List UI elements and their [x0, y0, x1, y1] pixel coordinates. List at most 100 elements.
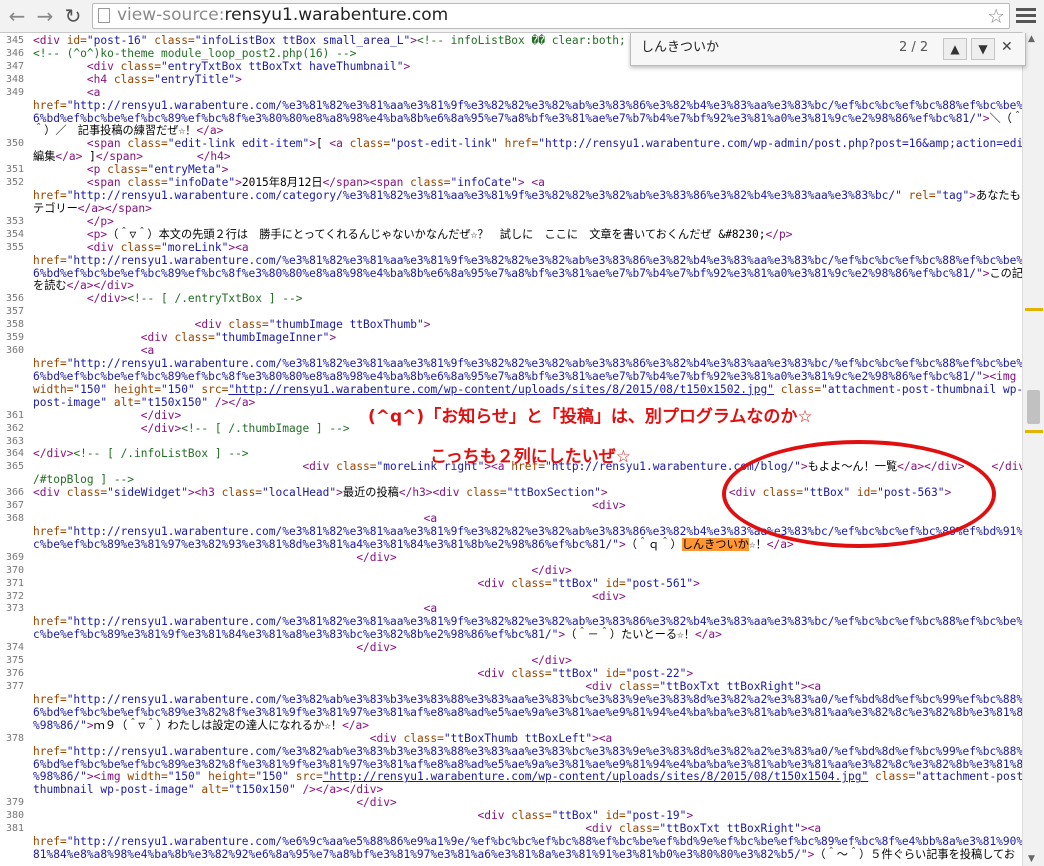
source-token: </div>	[33, 447, 74, 461]
browser-toolbar: ← → ↻ view-source:rensyu1.warabenture.co…	[0, 0, 1044, 33]
source-token	[143, 150, 197, 163]
url-text[interactable]: view-source:rensyu1.warabenture.com	[117, 5, 448, 25]
address-bar[interactable]: view-source:rensyu1.warabenture.com ☆	[92, 3, 1010, 29]
line-number: 376	[5, 668, 24, 680]
source-token: ><h3	[187, 486, 222, 500]
source-line: 375 </div>	[0, 654, 1022, 667]
source-line: href="http://rensyu1.warabenture.com/%e3…	[0, 254, 1022, 267]
find-next-button[interactable]: ▼	[971, 38, 995, 60]
source-token: "ttBoxTxt ttBoxRight"	[659, 680, 801, 693]
source-token: "sideWidget"	[107, 486, 188, 500]
source-line: 358 <div class="thumbImage ttBoxThumb">	[0, 318, 1022, 331]
find-previous-button[interactable]: ▲	[943, 38, 967, 60]
source-code: <div class="ttBox" id="post-561">	[33, 577, 700, 590]
scrollbar-thumb[interactable]	[1027, 390, 1040, 424]
browser-menu-button[interactable]	[1016, 6, 1036, 26]
source-token: </a></span>	[77, 201, 152, 215]
source-token: >	[86, 718, 94, 732]
source-token: href=	[33, 524, 67, 538]
source-code: </div>	[33, 551, 396, 564]
source-code: <span class="edit-link edit-item">[ <a c…	[33, 137, 1022, 150]
source-token: "infoCate"	[450, 176, 518, 190]
bookmark-star-button[interactable]: ☆	[987, 4, 1005, 28]
source-token: <div>	[592, 589, 626, 603]
source-token: >	[618, 537, 626, 551]
source-token: >	[423, 318, 431, 332]
source-token: <div	[33, 34, 67, 47]
line-number: 346	[5, 47, 24, 59]
source-token: "150"	[255, 770, 289, 784]
source-token: href=	[33, 744, 67, 758]
source-token: <div	[477, 809, 512, 823]
source-code: <a	[33, 86, 100, 99]
line-number: 362	[5, 422, 24, 434]
source-token: <div	[302, 460, 337, 474]
source-link[interactable]: "http://rensyu1.warabenture.com/wp-conte…	[228, 383, 774, 396]
star-icon: ☆	[987, 4, 1005, 28]
source-token: <div	[33, 486, 67, 500]
line-number: 352	[5, 177, 24, 189]
source-token: "ttBoxSection"	[506, 486, 601, 500]
line-number: 348	[5, 73, 24, 85]
source-code: </div><!-- [ /.thumbImage ] -->	[33, 422, 350, 435]
back-button[interactable]: ←	[4, 3, 30, 29]
source-line: 6%bd%ef%bc%be%ef%bc%89%ef%bc%8f%e3%80%80…	[0, 267, 1022, 280]
source-token: </div>	[991, 460, 1022, 474]
line-number: 360	[5, 345, 24, 357]
source-token: <!-- [ /.entryTxtBox ] -->	[127, 292, 303, 306]
source-token	[33, 241, 87, 254]
scroll-down-icon[interactable]: ▼	[1028, 854, 1035, 864]
source-token: "http://rensyu1.warabenture.com/category…	[66, 189, 902, 203]
source-line: 6%bd%ef%bc%be%ef%bc%89%e3%82%8f%e3%81%9f…	[0, 706, 1022, 719]
source-line: 6%bd%ef%bc%be%ef%bc%89%e3%82%8f%e3%81%9f…	[0, 758, 1022, 771]
source-token: "attachment-post-	[915, 770, 1022, 784]
source-token: c%be%ef%bc%89%e3%81%9f%e3%81%84%e3%81%a8…	[33, 628, 559, 642]
source-link[interactable]: "http://rensyu1.warabenture.com/wp-conte…	[323, 770, 869, 783]
source-token: </h4>	[196, 150, 231, 164]
source-token: /#topBlog ] -->	[33, 473, 135, 487]
source-token: 6%bd%ef%bc%be%ef%bc%89%e3%82%8f%e3%81%9f…	[33, 705, 1022, 719]
source-token: <a	[86, 85, 101, 99]
source-code: <div class="ttBoxTxt ttBoxRight"><a	[33, 680, 821, 693]
source-line: 348 <h4 class="entryTitle">	[0, 73, 1022, 86]
find-input[interactable]: しんきついか	[637, 37, 879, 59]
forward-button[interactable]: →	[32, 3, 58, 29]
line-number: 357	[5, 306, 24, 318]
source-token: href=	[33, 253, 67, 267]
source-token: post-image"	[33, 395, 108, 409]
source-code: <p class="entryMeta">	[33, 163, 228, 176]
scroll-up-icon[interactable]: ▲	[1028, 34, 1035, 44]
line-number: 374	[5, 642, 24, 654]
source-line: 349 <a	[0, 86, 1022, 99]
source-code: </div>	[33, 654, 571, 667]
source-token: src=	[194, 382, 229, 396]
source-token	[33, 654, 531, 667]
reload-button[interactable]: ↻	[60, 3, 86, 29]
source-token: 6%bd%ef%bc%be%ef%bc%89%ef%bc%8f%e3%80%80…	[33, 369, 983, 383]
source-token: ><a	[592, 731, 613, 745]
line-number: 363	[5, 435, 24, 447]
source-token: "http://rensyu1.warabenture.com/wp-admin…	[538, 137, 1022, 151]
source-token: class=	[120, 59, 161, 73]
source-token: <p>	[86, 227, 108, 241]
source-token	[33, 732, 370, 745]
line-number: 359	[5, 332, 24, 344]
source-token: </div>	[531, 563, 572, 577]
source-token: ＾）／ 記事投稿の練習だぜ☆！	[33, 124, 197, 138]
source-code: href="http://rensyu1.warabenture.com/%e3…	[33, 615, 1022, 628]
source-token	[33, 422, 141, 435]
source-token: </a>	[196, 124, 224, 138]
source-token	[33, 590, 592, 603]
close-icon: ✕	[1001, 39, 1013, 55]
find-close-button[interactable]: ✕	[1001, 39, 1013, 55]
source-line: 354 <p>（＾▽＾）本文の先頭２行は 勝手にとってくれるんじゃないかなんだぜ…	[0, 228, 1022, 241]
source-token: >	[309, 137, 316, 151]
line-number: 354	[5, 228, 24, 240]
source-token: "150"	[161, 382, 195, 396]
source-token: 6%bd%ef%bc%be%ef%bc%89%ef%bc%8f%e3%80%80…	[33, 111, 983, 125]
annotation-note-2: こっちも２列にしたいぜ☆	[430, 447, 632, 467]
vertical-scrollbar[interactable]: ▲ ▼	[1022, 32, 1044, 866]
reload-icon: ↻	[64, 4, 82, 28]
source-token: > <a	[517, 176, 545, 190]
source-token: </div>	[86, 292, 128, 306]
